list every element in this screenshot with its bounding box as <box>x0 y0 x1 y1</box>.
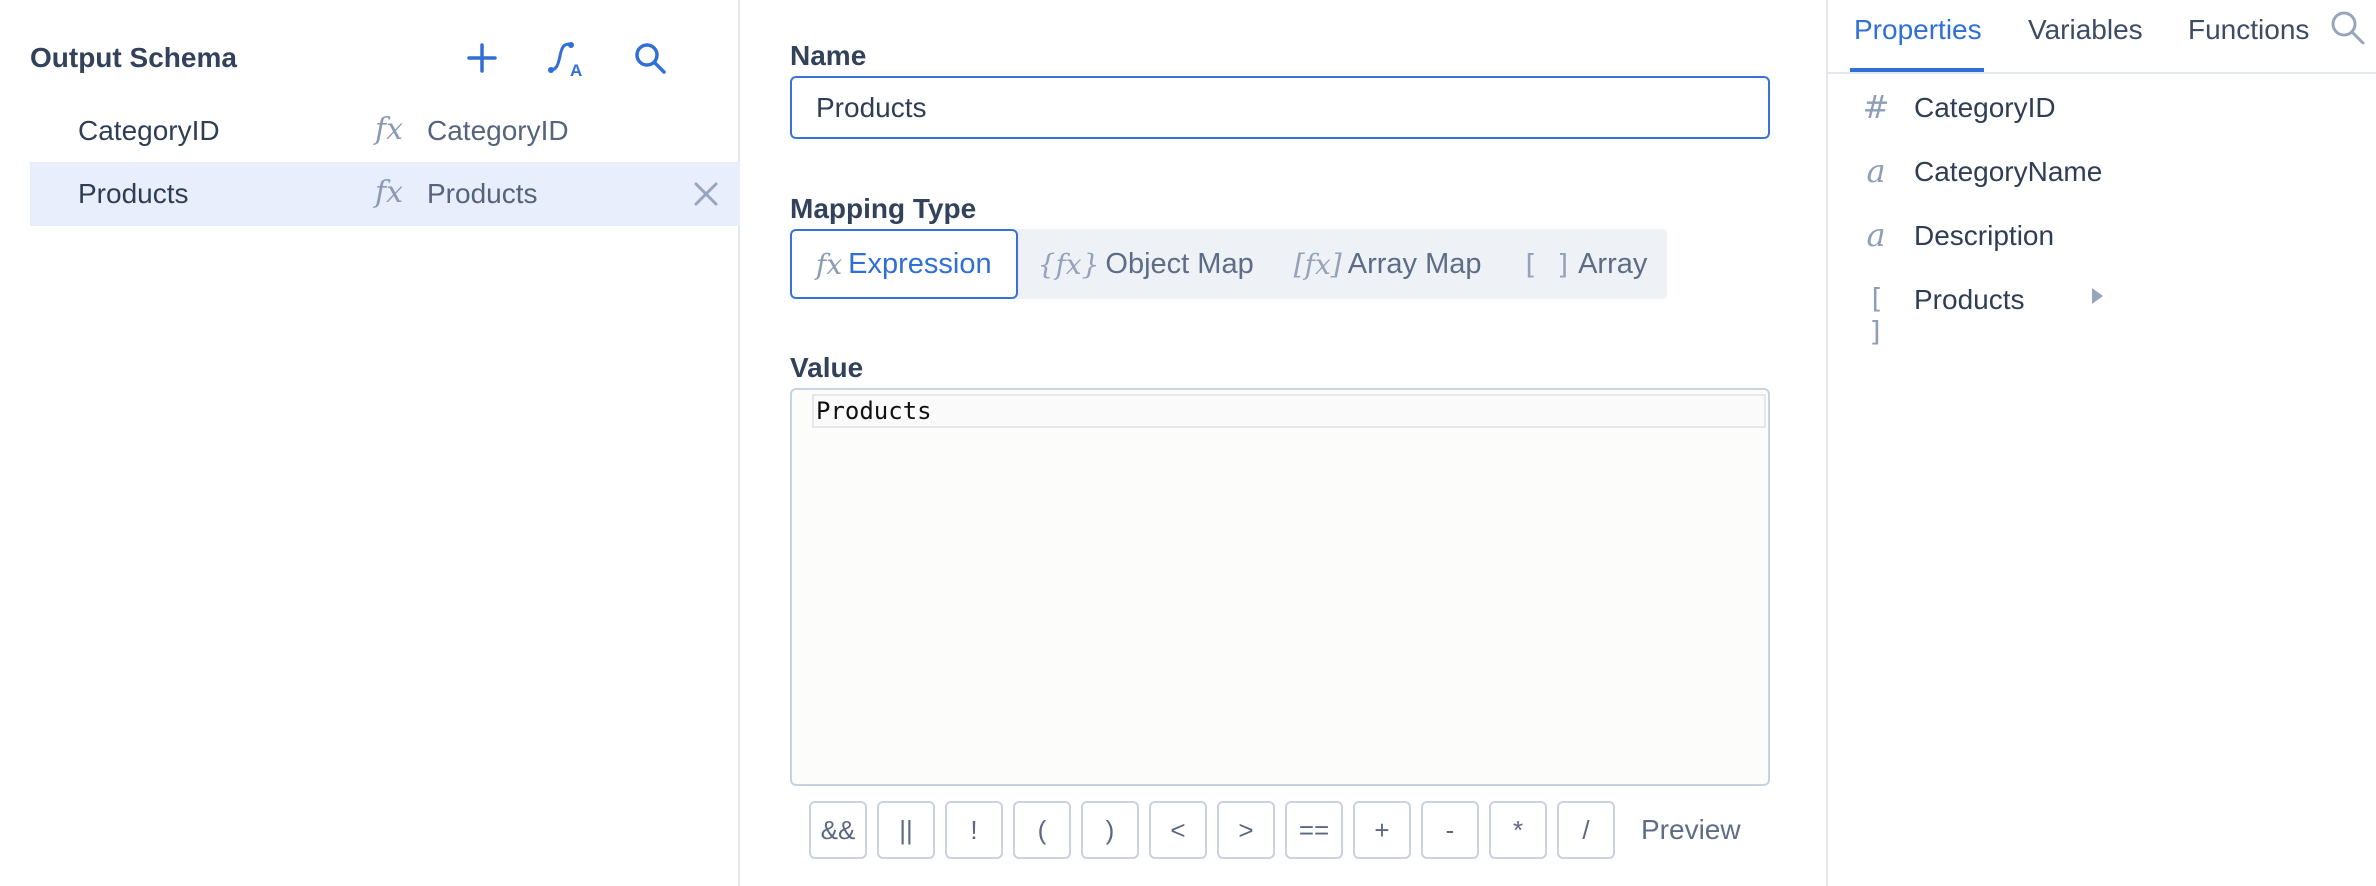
plus-icon <box>467 43 497 73</box>
right-tabs: Properties Variables Functions <box>1828 0 2376 74</box>
operator-minus-button[interactable]: - <box>1421 801 1479 859</box>
schema-row-products[interactable]: Products fx Products <box>30 162 740 226</box>
mapping-type-label: Array Map <box>1347 247 1482 280</box>
value-editor[interactable]: Products <box>790 388 1770 786</box>
tab-properties[interactable]: Properties <box>1854 14 1982 46</box>
expand-caret-icon[interactable] <box>2092 288 2103 304</box>
close-icon <box>694 182 718 206</box>
string-type-icon: a <box>1866 152 1886 190</box>
properties-panel: Properties Variables Functions # Categor… <box>1826 0 2376 886</box>
search-properties-button[interactable] <box>2328 8 2370 50</box>
property-name: Products <box>1914 284 2025 315</box>
mapping-type-array-map[interactable]: [fx] Array Map <box>1274 229 1502 299</box>
number-type-icon: # <box>1862 88 1890 126</box>
schema-row-categoryid[interactable]: CategoryID fx CategoryID <box>30 99 740 163</box>
tab-variables[interactable]: Variables <box>2028 14 2143 46</box>
value-label: Value <box>790 352 864 383</box>
add-field-button[interactable] <box>460 36 504 80</box>
output-schema-title: Output Schema <box>30 42 237 73</box>
output-schema-header: Output Schema A <box>30 36 738 80</box>
property-name: Description <box>1914 220 2055 251</box>
operator-less-than-button[interactable]: < <box>1149 801 1207 859</box>
object-map-icon: {fx} <box>1037 247 1100 281</box>
operator-divide-button[interactable]: / <box>1557 801 1615 859</box>
schema-row-name: CategoryID <box>78 115 220 146</box>
operator-toolbar: && || ! ( ) < > == + - * / Preview <box>809 801 1741 859</box>
schema-row-name: Products <box>78 178 189 209</box>
operator-plus-button[interactable]: + <box>1353 801 1411 859</box>
string-type-icon: a <box>1866 216 1886 254</box>
operator-greater-than-button[interactable]: > <box>1217 801 1275 859</box>
mapping-type-label: Mapping Type <box>790 193 977 224</box>
operator-multiply-button[interactable]: * <box>1489 801 1547 859</box>
search-icon <box>635 43 666 74</box>
property-name: CategoryID <box>1914 92 2056 123</box>
array-map-icon: [fx] <box>1293 247 1342 281</box>
operator-not-button[interactable]: ! <box>945 801 1003 859</box>
mapping-type-object-map[interactable]: {fx} Object Map <box>1018 229 1274 299</box>
tab-functions[interactable]: Functions <box>2188 14 2309 46</box>
fx-icon: fx <box>375 112 404 147</box>
operator-and-button[interactable]: && <box>809 801 867 859</box>
auto-map-icon: A <box>548 42 582 78</box>
output-schema-panel: Output Schema A CategoryID fx CategoryID… <box>0 0 740 886</box>
array-icon: [ ] <box>1521 247 1573 281</box>
preview-button[interactable]: Preview <box>1641 814 1741 846</box>
mapping-type-label: Array <box>1578 247 1648 280</box>
property-name: CategoryName <box>1914 156 2103 187</box>
mapping-type-label: Object Map <box>1105 247 1254 280</box>
schema-row-expression: Products <box>427 178 538 209</box>
remove-field-button[interactable] <box>690 178 722 210</box>
mapping-type-array[interactable]: [ ] Array <box>1502 229 1668 299</box>
mapping-type-selector: fx Expression {fx} Object Map [fx] Array… <box>790 229 1668 299</box>
operator-equals-button[interactable]: == <box>1285 801 1343 859</box>
operator-open-paren-button[interactable]: ( <box>1013 801 1071 859</box>
fx-icon: fx <box>816 247 843 281</box>
mapping-type-expression[interactable]: fx Expression <box>790 229 1018 299</box>
auto-map-button[interactable]: A <box>544 36 588 80</box>
active-tab-indicator <box>1850 68 1984 72</box>
operator-or-button[interactable]: || <box>877 801 935 859</box>
fx-icon: fx <box>375 175 404 210</box>
schema-row-expression: CategoryID <box>427 115 569 146</box>
array-type-icon: [ ] <box>1867 282 1885 348</box>
search-icon <box>2331 11 2365 45</box>
mapping-type-label: Expression <box>848 247 992 280</box>
mapping-editor: Name Mapping Type fx Expression {fx} Obj… <box>742 0 1826 886</box>
svg-text:A: A <box>570 61 582 78</box>
name-input[interactable] <box>790 76 1770 139</box>
operator-close-paren-button[interactable]: ) <box>1081 801 1139 859</box>
search-schema-button[interactable] <box>628 36 672 80</box>
value-line[interactable]: Products <box>812 394 1766 428</box>
name-label: Name <box>790 40 867 71</box>
